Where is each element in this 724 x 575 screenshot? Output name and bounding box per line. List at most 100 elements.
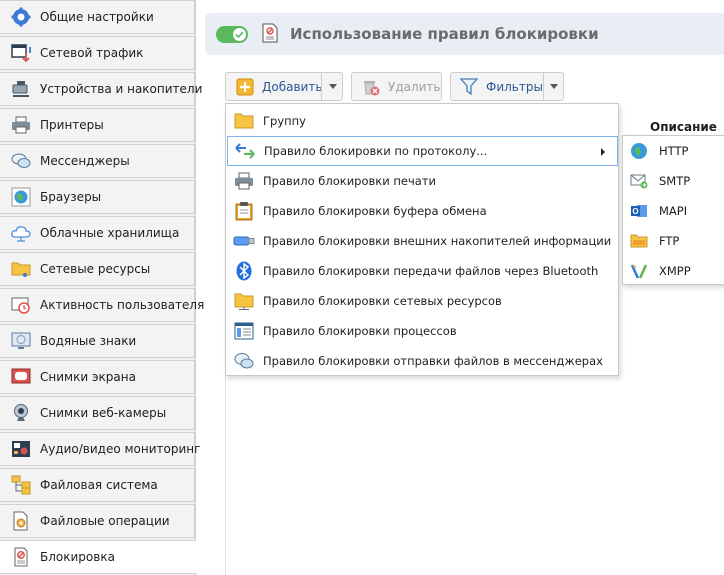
sidebar-item-file-system[interactable]: Файловая система xyxy=(0,468,195,502)
sidebar-item-network-resources[interactable]: Сетевые ресурсы xyxy=(0,252,195,286)
submenu-item-label: XMPP xyxy=(659,264,691,278)
usb-drive-icon xyxy=(233,230,255,252)
menu-item-label: Правило блокировки по протоколу... xyxy=(264,144,488,158)
menu-item-group[interactable]: Группу xyxy=(227,106,618,136)
funnel-filter-icon xyxy=(460,77,478,96)
smtp-mail-icon xyxy=(630,172,648,190)
submenu-item-ftp[interactable]: FTP xyxy=(623,226,724,256)
menu-item-messenger-files-rule[interactable]: Правило блокировки отправки файлов в мес… xyxy=(227,346,618,376)
menu-item-protocol-rule[interactable]: Правило блокировки по протоколу... xyxy=(227,136,618,166)
menu-item-label: Правило блокировки отправки файлов в мес… xyxy=(263,354,603,368)
add-menu: Группу Правило блокировки по протоколу..… xyxy=(225,103,619,376)
sidebar-item-webcam-snapshots[interactable]: Снимки веб-камеры xyxy=(0,396,195,430)
sidebar-item-user-activity[interactable]: Активность пользователя xyxy=(0,288,204,322)
submenu-item-mapi[interactable]: O MAPI xyxy=(623,196,724,226)
submenu-item-smtp[interactable]: SMTP xyxy=(623,166,724,196)
protocol-arrows-icon xyxy=(234,140,256,162)
chevron-down-icon xyxy=(550,84,558,89)
screenshot-icon xyxy=(10,366,32,388)
sidebar-item-label: Активность пользователя xyxy=(40,298,205,312)
bluetooth-icon xyxy=(233,260,255,282)
process-window-icon xyxy=(233,320,255,342)
sidebar-item-devices[interactable]: Устройства и накопители xyxy=(0,72,202,106)
sidebar-item-label: Снимки экрана xyxy=(40,370,136,384)
menu-item-network-resources-rule[interactable]: Правило блокировки сетевых ресурсов xyxy=(227,286,618,316)
network-traffic-icon xyxy=(10,42,32,64)
usb-device-icon xyxy=(10,78,32,100)
protocol-submenu: HTTP SMTP O MAPI FTP XMPP xyxy=(622,135,724,285)
column-header-description[interactable]: Описание xyxy=(650,120,717,134)
sidebar-item-watermarks[interactable]: Водяные знаки xyxy=(0,324,195,358)
filters-dropdown-toggle[interactable] xyxy=(543,73,564,100)
add-dropdown-toggle[interactable] xyxy=(321,73,343,100)
filters-button[interactable]: Фильтры xyxy=(450,72,564,101)
sidebar-item-label: Файловая система xyxy=(40,478,158,492)
submenu-item-label: MAPI xyxy=(659,204,688,218)
svg-text:O: O xyxy=(632,207,638,216)
menu-item-label: Группу xyxy=(263,114,306,128)
cloud-icon xyxy=(10,222,32,244)
plus-icon xyxy=(236,78,254,96)
watermark-monitor-icon xyxy=(10,330,32,352)
menu-item-external-storage-rule[interactable]: Правило блокировки внешних накопителей и… xyxy=(227,226,618,256)
mapi-outlook-icon: O xyxy=(630,202,648,220)
submenu-item-http[interactable]: HTTP xyxy=(623,136,724,166)
delete-button[interactable]: Удалить xyxy=(351,72,442,101)
add-button-label: Добавить xyxy=(262,79,323,94)
sidebar-item-label: Аудио/видео мониторинг xyxy=(40,442,201,456)
page-header: Использование правил блокировки xyxy=(205,13,724,55)
menu-item-label: Правило блокировки передачи файлов через… xyxy=(263,264,599,278)
network-folder-icon xyxy=(10,258,32,280)
menu-item-label: Правило блокировки сетевых ресурсов xyxy=(263,294,502,308)
sidebar-item-cloud-storage[interactable]: Облачные хранилища xyxy=(0,216,195,250)
sidebar-item-printers[interactable]: Принтеры xyxy=(0,108,195,142)
menu-item-processes-rule[interactable]: Правило блокировки процессов xyxy=(227,316,618,346)
sidebar-item-messengers[interactable]: Мессенджеры xyxy=(0,144,195,178)
ftp-folder-icon xyxy=(630,232,648,250)
sidebar-item-screenshots[interactable]: Снимки экрана xyxy=(0,360,195,394)
menu-item-label: Правило блокировки буфера обмена xyxy=(263,204,487,218)
blocking-rules-toggle[interactable] xyxy=(216,25,248,43)
webcam-icon xyxy=(10,402,32,424)
page-title: Использование правил блокировки xyxy=(290,25,599,43)
filters-button-label: Фильтры xyxy=(486,79,543,94)
sidebar-item-label: Общие настройки xyxy=(40,10,154,24)
sidebar-item-label: Мессенджеры xyxy=(40,154,130,168)
sidebar-item-label: Блокировка xyxy=(40,550,115,564)
sidebar-item-label: Водяные знаки xyxy=(40,334,137,348)
xmpp-icon xyxy=(630,262,648,280)
sidebar-item-label: Принтеры xyxy=(40,118,104,132)
sidebar-item-label: Облачные хранилища xyxy=(40,226,180,240)
add-button[interactable]: Добавить xyxy=(225,72,343,101)
browser-globe-icon xyxy=(10,186,32,208)
file-operations-icon xyxy=(10,510,32,532)
file-system-icon xyxy=(10,474,32,496)
submenu-item-label: HTTP xyxy=(659,144,689,158)
menu-item-label: Правило блокировки печати xyxy=(263,174,436,188)
delete-button-label: Удалить xyxy=(388,79,441,94)
gear-icon xyxy=(10,6,32,28)
check-icon xyxy=(233,27,246,41)
printer-icon xyxy=(10,114,32,136)
http-globe-icon xyxy=(630,142,648,160)
submenu-item-xmpp[interactable]: XMPP xyxy=(623,256,724,286)
sidebar-item-blocking[interactable]: Блокировка xyxy=(0,540,197,574)
sidebar-item-browsers[interactable]: Браузеры xyxy=(0,180,195,214)
menu-item-print-rule[interactable]: Правило блокировки печати xyxy=(227,166,618,196)
sidebar-item-label: Устройства и накопители xyxy=(40,82,203,96)
printer-icon xyxy=(233,170,255,192)
sidebar-item-file-operations[interactable]: Файловые операции xyxy=(0,504,195,538)
sidebar-item-general-settings[interactable]: Общие настройки xyxy=(0,0,195,34)
menu-item-bluetooth-rule[interactable]: Правило блокировки передачи файлов через… xyxy=(227,256,618,286)
network-folder-icon xyxy=(233,290,255,312)
menu-item-label: Правило блокировки процессов xyxy=(263,324,457,338)
sidebar-item-av-monitoring[interactable]: Аудио/видео мониторинг xyxy=(0,432,200,466)
sidebar-item-label: Файловые операции xyxy=(40,514,170,528)
submenu-item-label: FTP xyxy=(659,234,680,248)
sidebar-item-label: Сетевые ресурсы xyxy=(40,262,151,276)
chevron-down-icon xyxy=(328,84,337,89)
av-monitoring-icon xyxy=(10,438,32,460)
trash-delete-icon xyxy=(361,77,381,97)
menu-item-clipboard-rule[interactable]: Правило блокировки буфера обмена xyxy=(227,196,618,226)
sidebar-item-network-traffic[interactable]: Сетевой трафик xyxy=(0,36,195,70)
